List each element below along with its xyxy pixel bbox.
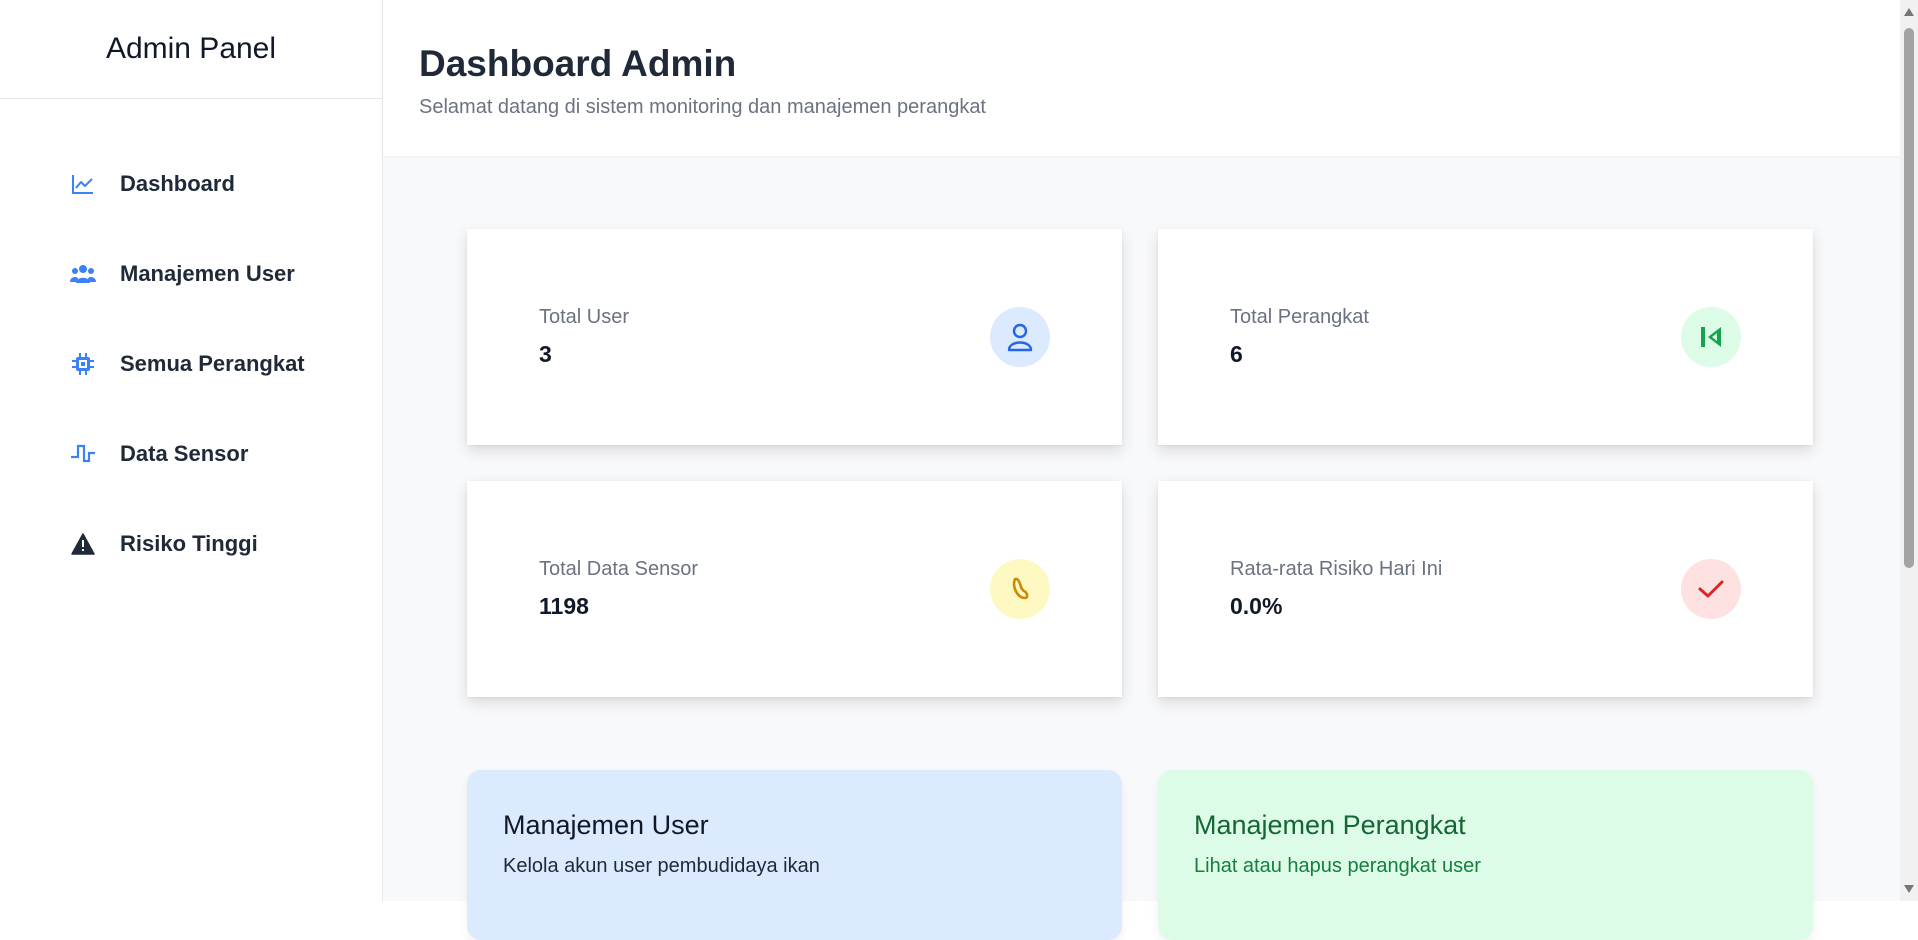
- action-card-manajemen-perangkat[interactable]: Manajemen Perangkat Lihat atau hapus per…: [1158, 770, 1813, 940]
- sidebar-item-label: Risiko Tinggi: [120, 531, 258, 556]
- sidebar-item-label: Dashboard: [120, 171, 235, 196]
- scroll-up-arrow-icon[interactable]: [1904, 8, 1914, 16]
- vertical-scrollbar[interactable]: [1900, 0, 1918, 901]
- scrollbar-thumb[interactable]: [1904, 28, 1914, 568]
- scroll-down-arrow-icon[interactable]: [1904, 885, 1914, 893]
- action-title: Manajemen Perangkat: [1194, 810, 1466, 840]
- stat-label: Rata-rata Risiko Hari Ini: [1230, 558, 1443, 580]
- page-subtitle: Selamat datang di sistem monitoring dan …: [419, 96, 986, 118]
- microchip-icon: [70, 351, 96, 377]
- sidebar-item-label: Data Sensor: [120, 441, 249, 466]
- stat-value: 1198: [539, 593, 589, 619]
- main-content: Dashboard Admin Selamat datang di sistem…: [383, 0, 1900, 940]
- stat-card-rata-rata-risiko: Rata-rata Risiko Hari Ini 0.0%: [1158, 481, 1813, 697]
- sidebar-item-manajemen-user[interactable]: Manajemen User: [0, 229, 382, 319]
- page-title: Dashboard Admin: [419, 43, 737, 84]
- sidebar-brand: Admin Panel: [0, 0, 382, 99]
- quick-actions: Manajemen User Kelola akun user pembudid…: [467, 770, 1813, 940]
- wave-square-icon: [70, 441, 96, 467]
- sensor-icon: [990, 559, 1050, 619]
- action-description: Lihat atau hapus perangkat user: [1194, 855, 1481, 877]
- warning-triangle-icon: [70, 531, 96, 557]
- check-icon: [1681, 559, 1741, 619]
- sidebar: Admin Panel Dashboard Manajemen User Sem…: [0, 0, 383, 901]
- stat-card-total-data-sensor: Total Data Sensor 1198: [467, 481, 1122, 697]
- stat-card-total-perangkat: Total Perangkat 6: [1158, 229, 1813, 445]
- stat-value: 0.0%: [1230, 593, 1283, 619]
- stat-cards: Total User 3 Total Perangkat 6 Total Dat…: [467, 229, 1813, 697]
- sidebar-item-data-sensor[interactable]: Data Sensor: [0, 409, 382, 499]
- stat-label: Total User: [539, 306, 630, 328]
- stat-value: 3: [539, 341, 552, 367]
- sidebar-item-label: Semua Perangkat: [120, 351, 305, 376]
- action-description: Kelola akun user pembudidaya ikan: [503, 855, 820, 877]
- sidebar-item-semua-perangkat[interactable]: Semua Perangkat: [0, 319, 382, 409]
- device-icon: [1681, 307, 1741, 367]
- stat-value: 6: [1230, 341, 1243, 367]
- users-icon: [70, 261, 96, 287]
- action-title: Manajemen User: [503, 810, 709, 840]
- stat-card-total-user: Total User 3: [467, 229, 1122, 445]
- user-icon: [990, 307, 1050, 367]
- chart-line-icon: [70, 171, 96, 197]
- stat-label: Total Data Sensor: [539, 558, 698, 580]
- sidebar-item-risiko-tinggi[interactable]: Risiko Tinggi: [0, 499, 382, 589]
- action-card-manajemen-user[interactable]: Manajemen User Kelola akun user pembudid…: [467, 770, 1122, 940]
- sidebar-menu: Dashboard Manajemen User Semua Perangkat…: [0, 99, 382, 589]
- page-header: Dashboard Admin Selamat datang di sistem…: [383, 0, 1900, 156]
- stat-label: Total Perangkat: [1230, 306, 1369, 328]
- sidebar-item-dashboard[interactable]: Dashboard: [0, 139, 382, 229]
- sidebar-item-label: Manajemen User: [120, 261, 295, 286]
